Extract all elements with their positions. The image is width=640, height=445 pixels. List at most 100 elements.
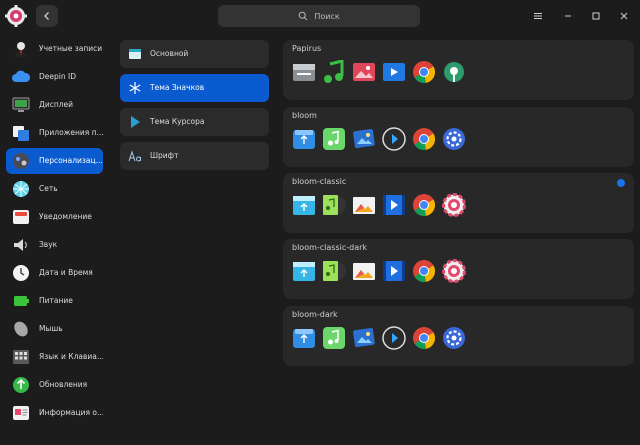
maximize-button[interactable] [588, 8, 604, 24]
minimize-icon [565, 15, 571, 17]
file-manager-icon [293, 64, 315, 81]
theme-name: Papirus [292, 44, 322, 53]
sidebar-item-label: Питание [39, 296, 73, 305]
selected-indicator [617, 179, 625, 187]
music-icon [323, 195, 346, 215]
sidebar-item-sound[interactable]: Звук [6, 232, 103, 258]
sidebar-item-label: Информация о... [39, 408, 103, 417]
search-placeholder: Поиск [314, 11, 340, 21]
snowflake-icon [129, 82, 141, 94]
window-icon [129, 49, 141, 59]
sidebar-item-label: Приложения п... [39, 128, 103, 137]
control-center-icon [443, 327, 465, 349]
music-icon [324, 60, 344, 83]
video-player-icon [382, 326, 406, 350]
cursor-icon [131, 116, 140, 128]
maximize-icon [592, 12, 600, 20]
sidebar-item-label: Учетные записи [39, 44, 103, 53]
sidebar-item-system-info[interactable]: Информация о... [6, 400, 103, 426]
sidebar-item-label: Звук [39, 240, 58, 249]
sidebar-item-notification[interactable]: Уведомление [6, 204, 103, 230]
menu-icon [534, 13, 542, 19]
video-player-icon [383, 195, 405, 215]
close-icon [620, 12, 628, 20]
video-player-icon [383, 261, 405, 281]
back-button[interactable] [36, 5, 58, 27]
system-info-icon [13, 406, 29, 420]
chrome-browser-icon [413, 128, 436, 151]
display-icon [12, 97, 30, 112]
theme-icon-preview [292, 326, 466, 350]
theme-card-papirus[interactable]: Papirus [283, 40, 634, 100]
sidebar-item-power[interactable]: Питание [6, 288, 103, 314]
theme-name: bloom-classic-dark [292, 243, 368, 252]
sidebar-item-label: Дата и Время [39, 268, 93, 277]
clock-icon [13, 265, 29, 281]
menu-button[interactable] [530, 8, 546, 24]
chrome-browser-icon [413, 61, 436, 84]
subnav-item-cursor-theme[interactable]: Тема Курсора [120, 108, 269, 136]
theme-name: bloom-dark [292, 310, 338, 319]
sidebar: Учетные записи Deepin ID Дисплей Приложе… [0, 34, 110, 445]
search-input[interactable]: Поиск [218, 5, 420, 27]
theme-icon-preview [292, 60, 466, 84]
file-manager-icon [293, 262, 315, 281]
theme-card-bloom-classic-dark[interactable]: bloom-classic-dark [283, 239, 634, 299]
control-center-icon [444, 62, 464, 82]
sidebar-item-label: Уведомление [39, 212, 92, 221]
theme-icon-preview [292, 259, 466, 283]
sidebar-item-label: Язык и Клавиа... [39, 352, 103, 361]
theme-icon-preview [292, 127, 466, 151]
subnav-item-label: Тема Курсора [150, 117, 205, 126]
sidebar-item-accounts[interactable]: Учетные записи [6, 36, 103, 62]
sidebar-item-label: Deepin ID [39, 72, 76, 81]
subnav-item-label: Тема Значков [150, 83, 205, 92]
theme-card-bloom[interactable]: bloom [283, 107, 634, 167]
file-manager-icon [293, 196, 315, 215]
chevron-left-icon [44, 12, 49, 20]
image-viewer-icon [353, 128, 375, 149]
network-icon [13, 181, 29, 197]
file-manager-icon [293, 130, 315, 149]
cloud-icon [12, 70, 31, 82]
sidebar-item-mouse[interactable]: Мышь [6, 316, 103, 342]
subnav-item-label: Шрифт [150, 151, 179, 160]
sidebar-item-deepin-id[interactable]: Deepin ID [6, 64, 103, 90]
video-player-icon [382, 127, 406, 151]
sidebar-item-keyboard[interactable]: Язык и Клавиа... [6, 344, 103, 370]
subnav-item-font[interactable]: Шрифт [120, 142, 269, 170]
image-viewer-icon [353, 327, 375, 348]
sidebar-item-label: Мышь [39, 324, 63, 333]
file-manager-icon [293, 329, 315, 348]
theme-card-bloom-dark[interactable]: bloom-dark [283, 306, 634, 366]
subnav-item-icon-theme[interactable]: Тема Значков [120, 74, 269, 102]
update-icon [13, 377, 29, 393]
music-icon [323, 128, 345, 150]
image-viewer-icon [353, 63, 375, 81]
font-icon [128, 150, 141, 162]
theme-icon-preview [292, 193, 466, 217]
sidebar-item-update[interactable]: Обновления [6, 372, 103, 398]
sidebar-item-label: Сеть [39, 184, 58, 193]
theme-card-bloom-classic[interactable]: bloom-classic [283, 173, 634, 233]
sidebar-item-display[interactable]: Дисплей [6, 92, 103, 118]
control-center-icon [442, 259, 466, 283]
music-icon [323, 261, 346, 281]
settings-gear-icon [4, 4, 28, 28]
close-button[interactable] [616, 8, 632, 24]
mouse-icon [14, 321, 28, 337]
minimize-button[interactable] [560, 8, 576, 24]
control-center-icon [442, 193, 466, 217]
sound-icon [14, 239, 27, 251]
sidebar-item-network[interactable]: Сеть [6, 176, 103, 202]
subnav-item-general[interactable]: Основной [120, 40, 269, 68]
sidebar-item-label: Дисплей [39, 100, 74, 109]
chrome-browser-icon [413, 260, 436, 283]
search-icon [299, 11, 308, 21]
control-center-icon [443, 128, 465, 150]
sidebar-item-datetime[interactable]: Дата и Время [6, 260, 103, 286]
sidebar-item-personalization[interactable]: Персонализац... [6, 148, 103, 174]
sidebar-item-label: Персонализац... [39, 156, 103, 165]
sidebar-item-default-apps[interactable]: Приложения п... [6, 120, 103, 146]
image-viewer-icon [353, 263, 375, 280]
